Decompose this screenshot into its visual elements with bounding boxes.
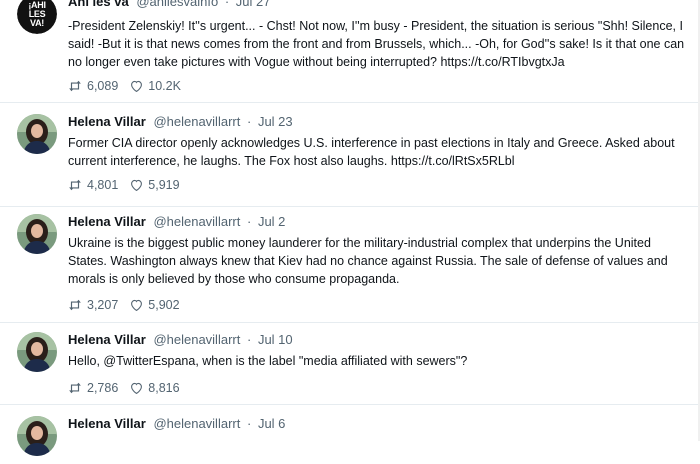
retweet-button[interactable]: 2,786 xyxy=(68,381,118,395)
tweet-date[interactable]: Jul 10 xyxy=(258,332,293,347)
avatar[interactable] xyxy=(17,214,57,254)
tweet[interactable]: Helena Villar @helenavillarrt · Jul 10 H… xyxy=(0,322,698,405)
separator-dot: · xyxy=(224,0,230,9)
tweet-header: Helena Villar @helenavillarrt · Jul 10 xyxy=(68,332,293,347)
author-handle[interactable]: @helenavillarrt xyxy=(153,114,240,129)
author-handle[interactable]: @helenavillarrt xyxy=(153,416,240,431)
profile-photo xyxy=(17,332,57,372)
ahi-les-va-logo: ¡AHI LES VA! xyxy=(17,0,57,34)
like-button[interactable]: 5,902 xyxy=(130,298,180,312)
retweet-count: 6,089 xyxy=(87,79,119,93)
like-count: 8,816 xyxy=(148,381,180,395)
separator-dot: · xyxy=(246,416,252,431)
tweet-header: Helena Villar @helenavillarrt · Jul 2 xyxy=(68,214,285,229)
like-button[interactable]: 8,816 xyxy=(130,381,180,395)
tweet-date[interactable]: Jul 23 xyxy=(258,114,293,129)
retweet-button[interactable]: 3,207 xyxy=(68,298,118,312)
tweet[interactable]: Helena Villar @helenavillarrt · Jul 6 xyxy=(0,404,698,464)
heart-icon xyxy=(131,179,143,191)
retweet-icon xyxy=(69,80,81,92)
tweet-feed: ¡AHI LES VA! Ahí les va @ahilesvainfo · Ju… xyxy=(0,0,699,456)
avatar[interactable]: ¡AHI LES VA! xyxy=(17,0,57,34)
heart-icon xyxy=(131,80,143,92)
tweet-header: Helena Villar @helenavillarrt · Jul 6 xyxy=(68,416,285,431)
heart-icon xyxy=(131,382,143,394)
retweet-icon xyxy=(69,382,81,394)
tweet-actions: 2,786 8,816 xyxy=(68,381,192,395)
avatar[interactable] xyxy=(17,332,57,372)
tweet-date[interactable]: Jul 27 xyxy=(236,0,271,9)
tweet-text: Ukraine is the biggest public money laun… xyxy=(68,236,668,286)
author-name[interactable]: Helena Villar xyxy=(68,214,146,229)
retweet-count: 3,207 xyxy=(87,298,119,312)
like-count: 5,919 xyxy=(148,178,180,192)
like-button[interactable]: 10.2K xyxy=(130,79,181,93)
retweet-icon xyxy=(69,299,81,311)
tweet-actions: 4,801 5,919 xyxy=(68,178,192,192)
tweet-date[interactable]: Jul 2 xyxy=(258,214,285,229)
tweet-text: -President Zelenskiy! It''s urgent... - … xyxy=(68,19,685,69)
tweet-header: Ahí les va @ahilesvainfo · Jul 27 xyxy=(68,0,270,9)
author-name[interactable]: Ahí les va xyxy=(68,0,129,9)
separator-dot: · xyxy=(246,214,252,229)
tweet-actions: 3,207 5,902 xyxy=(68,298,192,312)
profile-photo xyxy=(17,416,57,456)
author-handle[interactable]: @ahilesvainfo xyxy=(136,0,218,9)
author-name[interactable]: Helena Villar xyxy=(68,332,146,347)
profile-photo xyxy=(17,214,57,254)
tweet-text: Former CIA director openly acknowledges … xyxy=(68,136,675,168)
retweet-button[interactable]: 6,089 xyxy=(68,79,118,93)
author-name[interactable]: Helena Villar xyxy=(68,416,146,431)
tweet-text: Hello, @TwitterEspana, when is the label… xyxy=(68,354,468,368)
like-count: 5,902 xyxy=(148,298,180,312)
like-count: 10.2K xyxy=(148,79,181,93)
author-name[interactable]: Helena Villar xyxy=(68,114,146,129)
profile-photo xyxy=(17,114,57,154)
heart-icon xyxy=(131,299,143,311)
tweet[interactable]: Helena Villar @helenavillarrt · Jul 23 F… xyxy=(0,102,698,207)
retweet-count: 2,786 xyxy=(87,381,119,395)
avatar[interactable] xyxy=(17,416,57,456)
separator-dot: · xyxy=(246,332,252,347)
separator-dot: · xyxy=(246,114,252,129)
retweet-icon xyxy=(69,179,81,191)
tweet-date[interactable]: Jul 6 xyxy=(258,416,285,431)
tweet[interactable]: Helena Villar @helenavillarrt · Jul 2 Uk… xyxy=(0,206,698,323)
retweet-button[interactable]: 4,801 xyxy=(68,178,118,192)
tweet-header: Helena Villar @helenavillarrt · Jul 23 xyxy=(68,114,293,129)
avatar[interactable] xyxy=(17,114,57,154)
tweet[interactable]: ¡AHI LES VA! Ahí les va @ahilesvainfo · Ju… xyxy=(0,0,698,103)
like-button[interactable]: 5,919 xyxy=(130,178,180,192)
tweet-actions: 6,089 10.2K xyxy=(68,79,193,93)
author-handle[interactable]: @helenavillarrt xyxy=(153,214,240,229)
retweet-count: 4,801 xyxy=(87,178,119,192)
author-handle[interactable]: @helenavillarrt xyxy=(153,332,240,347)
